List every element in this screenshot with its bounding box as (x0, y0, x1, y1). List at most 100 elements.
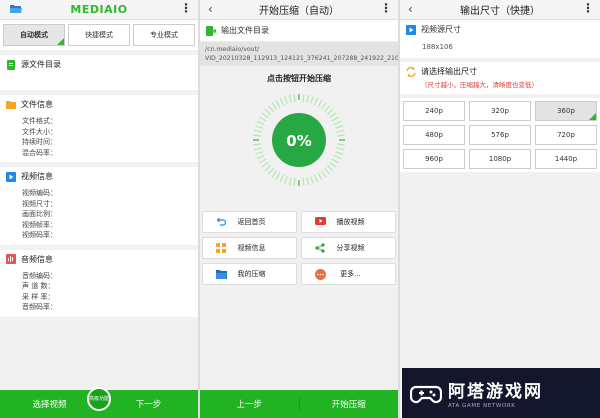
source-size-label: 视频源尺寸 (421, 25, 461, 34)
dial-tick (264, 164, 272, 172)
output-dir-label: 输出文件目录 (221, 26, 269, 35)
undo-arrow-icon (216, 217, 226, 226)
dial-tick (334, 151, 343, 155)
dial-tick (267, 105, 275, 113)
more-options-button[interactable]: 更多... (301, 263, 396, 285)
top-bar: ‹ 输出尺寸（快捷） ⋮ (400, 0, 600, 20)
screen-start-compress: ‹ 开始压缩（自动） ⋮ 输出文件目录 /cn.mediaio/vout/VID… (200, 0, 398, 418)
folder-icon (215, 269, 227, 279)
dial-tick (336, 134, 345, 137)
video-info-title: 视频信息 (21, 172, 53, 181)
back-arrow-icon[interactable]: ‹ (408, 2, 413, 16)
dial-tick (253, 129, 262, 133)
dial-tick (331, 116, 340, 122)
dial-tick (336, 147, 345, 151)
output-path-line2: VID_20210328_112913_124121_376241_207288… (205, 55, 398, 62)
play-video-button[interactable]: 播放视频 (301, 211, 396, 233)
dial-tick (267, 167, 275, 175)
return-home-button[interactable]: 返回首页 (202, 211, 297, 233)
pick-size-label: 请选择输出尺寸 (421, 67, 477, 76)
folder-icon[interactable] (10, 4, 22, 14)
selected-corner-icon (589, 113, 596, 120)
dial-tick (306, 177, 310, 186)
duration-label: 持续时间： (22, 138, 57, 146)
more-menu-icon[interactable]: ⋮ (180, 1, 192, 15)
file-format-label: 文件格式： (22, 117, 57, 125)
compress-dial[interactable]: 0% (249, 90, 349, 190)
action-grid: 返回首页 播放视频 视频信息 分享视频 我的压缩 更多... (202, 211, 396, 285)
resolution-960p[interactable]: 960p (403, 149, 465, 169)
dial-tick (310, 96, 314, 105)
dial-tick (264, 108, 272, 116)
mode-tabs: 自动模式 快捷模式 专业模式 (0, 20, 198, 50)
tab-pro-mode[interactable]: 专业模式 (133, 24, 195, 46)
dial-tick (275, 99, 281, 108)
dial-tick (255, 125, 264, 129)
selected-corner-icon (57, 38, 64, 45)
my-compressions-button[interactable]: 我的压缩 (202, 263, 297, 285)
resolution-320p[interactable]: 320p (469, 101, 531, 121)
more-menu-icon[interactable]: ⋮ (582, 1, 594, 15)
dial-tick (334, 125, 343, 129)
source-dir-section[interactable]: 源文件目录 (0, 55, 198, 90)
dial-tick (320, 102, 327, 110)
dial-tick (306, 94, 310, 103)
dial-tick (320, 170, 327, 178)
frame-rate-label: 视频帧率： (22, 220, 57, 229)
dial-tick (275, 172, 281, 181)
top-bar: ‹ 开始压缩（自动） ⋮ (200, 0, 398, 20)
gamepad-logo-icon (410, 385, 442, 404)
audio-codec-label: 音频编码： (22, 271, 57, 280)
advanced-features-button[interactable]: 高级功能 (87, 387, 111, 411)
output-path: /cn.mediaio/vout/VID_20210328_112913_124… (200, 42, 398, 66)
resolution-720p[interactable]: 720p (535, 125, 597, 145)
watermark-name: 阿塔游戏网 (448, 382, 543, 402)
dial-tick (323, 167, 331, 175)
dial-tick (317, 99, 323, 108)
select-video-button[interactable]: 选择视频 (0, 398, 99, 410)
progress-text: 0% (286, 132, 311, 150)
document-export-icon (206, 25, 216, 36)
mixed-bitrate-label: 混合码率： (22, 148, 57, 157)
resolution-240p[interactable]: 240p (403, 101, 465, 121)
back-arrow-icon[interactable]: ‹ (208, 2, 213, 16)
dial-tick (336, 143, 345, 146)
dial-tick (279, 174, 285, 183)
audio-icon (6, 254, 16, 264)
video-info-button[interactable]: 视频信息 (202, 237, 297, 259)
dial-tick (302, 94, 305, 103)
tab-quick-mode[interactable]: 快捷模式 (68, 24, 130, 46)
dial-tick (323, 105, 331, 113)
dial-tick (256, 154, 265, 160)
source-dir-label: 源文件目录 (21, 60, 61, 69)
resolution-576p[interactable]: 576p (469, 125, 531, 145)
start-compress-button[interactable]: 开始压缩 (298, 398, 399, 410)
audio-info-section: 音频信息 音频编码： 声 道 数： 采 样 率： 音频码率： (0, 249, 198, 317)
file-info-title: 文件信息 (21, 100, 53, 109)
resolution-1080p[interactable]: 1080p (469, 149, 531, 169)
pick-size-note: （尺寸越小，压缩越大，清晰度也变低） (421, 81, 538, 89)
share-icon (315, 243, 325, 253)
dial-tick (271, 170, 278, 178)
dial-tick (258, 158, 267, 164)
dial-tick (333, 154, 342, 160)
play-icon (314, 217, 326, 225)
file-info-section: 文件信息 文件格式： 文件大小： 持续时间： 混合码率： (0, 95, 198, 162)
screen-mode-select: MEDIAIO ⋮ 自动模式 快捷模式 专业模式 源文件目录 文件信息 文件格式… (0, 0, 198, 418)
previous-step-button[interactable]: 上一步 (200, 398, 299, 410)
resolution-1440p[interactable]: 1440p (535, 149, 597, 169)
share-video-button[interactable]: 分享视频 (301, 237, 396, 259)
resolution-480p[interactable]: 480p (403, 125, 465, 145)
dial-tick (288, 94, 292, 103)
more-menu-icon[interactable]: ⋮ (380, 1, 392, 15)
tab-auto-mode[interactable]: 自动模式 (3, 24, 65, 46)
resolution-360p[interactable]: 360p (535, 101, 597, 121)
dial-tick (253, 143, 262, 146)
dial-tick (302, 177, 305, 186)
watermark-logo: 阿塔游戏网 ATA GAME NETWORK (402, 368, 600, 418)
dial-tick (326, 164, 334, 172)
dial-tick (293, 177, 296, 186)
source-size-value: 188x106 (422, 43, 453, 51)
resize-arrows-icon (406, 67, 416, 77)
next-step-button[interactable]: 下一步 (99, 398, 198, 410)
